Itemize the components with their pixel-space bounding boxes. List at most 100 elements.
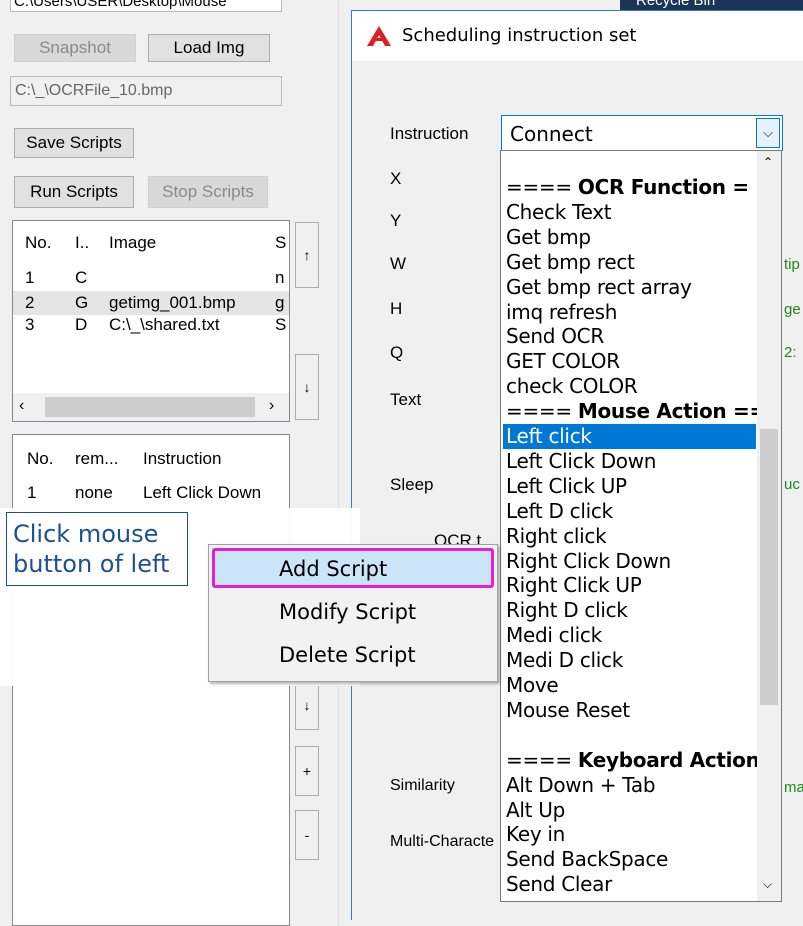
similarity-label: Similarity xyxy=(390,777,455,794)
menu-item-modify-script[interactable]: Modify Script xyxy=(279,600,416,624)
dialog-title: Scheduling instruction set xyxy=(402,25,637,46)
x-label: X xyxy=(390,169,402,188)
cell: D xyxy=(75,315,88,334)
cell: S xyxy=(275,315,287,334)
recycle-bin-label[interactable]: Recycle Bin xyxy=(636,0,715,9)
dropdown-option[interactable]: Right Click UP xyxy=(506,573,642,598)
dropdown-option[interactable]: Right D click xyxy=(506,598,628,623)
instruction-combobox-value: Connect xyxy=(510,122,593,146)
sleep-label: Sleep xyxy=(390,475,434,494)
instruction-combobox[interactable]: Connect ⌵ xyxy=(501,115,783,151)
tooltip-line: button of left xyxy=(13,550,170,578)
scrollbar-thumb[interactable] xyxy=(45,397,255,417)
header-instruction[interactable]: Instruction xyxy=(143,449,221,469)
dropdown-option[interactable]: Left Click UP xyxy=(506,474,627,499)
app-logo-icon xyxy=(366,25,392,52)
cell: n xyxy=(275,268,285,287)
cell: C xyxy=(75,268,88,287)
minus-button[interactable]: - xyxy=(295,810,319,860)
plus-button[interactable]: + xyxy=(295,746,319,796)
horizontal-scrollbar[interactable]: ‹ › xyxy=(13,393,289,421)
q-label: Q xyxy=(390,343,404,362)
chevron-down-icon[interactable]: ⌵ xyxy=(756,118,780,148)
scroll-up-icon[interactable]: ⌃ xyxy=(763,155,773,169)
dropdown-option[interactable]: Move xyxy=(506,673,559,698)
dropdown-option[interactable]: Alt Up xyxy=(506,798,565,823)
dropdown-option[interactable]: GET COLOR xyxy=(506,349,620,374)
table-row[interactable]: 3 D C:\_\shared.txt S xyxy=(13,313,289,337)
dropdown-group-header: ==== OCR Function = xyxy=(506,175,749,199)
header-no[interactable]: No. xyxy=(25,233,51,253)
right-clip-text: tip xyxy=(784,256,800,273)
table-row[interactable]: 1 C n xyxy=(13,266,289,290)
instruction-dropdown-list[interactable]: ==== OCR Function = Check Text Get bmp Get … xyxy=(500,150,782,902)
header-no[interactable]: No. xyxy=(27,449,53,469)
path-field[interactable]: C:\Users\USER\Desktop\Mouse xyxy=(10,0,282,12)
header-remark[interactable]: rem... xyxy=(75,449,118,469)
dropdown-option[interactable]: Send OCR xyxy=(506,324,604,349)
dropdown-option[interactable]: Left click xyxy=(503,424,756,449)
menu-item-add-script[interactable]: Add Script xyxy=(212,548,494,588)
header-image[interactable]: Image xyxy=(109,233,156,253)
move-down-button[interactable]: ↓ xyxy=(295,354,319,420)
w-label: W xyxy=(390,254,407,273)
dropdown-option[interactable]: Left D click xyxy=(506,499,613,524)
table-row[interactable]: 2 G getimg_001.bmp g xyxy=(13,291,289,315)
dropdown-option[interactable]: imq refresh xyxy=(506,300,617,325)
dropdown-option[interactable]: Right click xyxy=(506,524,607,549)
scrollbar-thumb[interactable] xyxy=(760,429,778,705)
file-field[interactable]: C:\_\OCRFile_10.bmp xyxy=(10,76,282,106)
script-list-header: No. I.. Image S xyxy=(13,231,289,255)
dropdown-group-header: ==== Keyboard Action xyxy=(506,747,760,772)
move-up-button[interactable]: ↑ xyxy=(295,222,319,288)
dropdown-scrollbar[interactable]: ⌃ ⌵ xyxy=(757,151,781,901)
dropdown-option[interactable]: check COLOR xyxy=(506,374,638,399)
dropdown-option[interactable]: Key in xyxy=(506,822,565,847)
dropdown-option[interactable]: Get bmp rect array xyxy=(506,275,692,300)
dropdown-option[interactable]: Medi D click xyxy=(506,648,623,673)
stop-scripts-button[interactable]: Stop Scripts xyxy=(148,176,268,208)
text-label: Text xyxy=(390,390,422,409)
dropdown-option[interactable]: Check Text xyxy=(506,200,612,225)
table-row[interactable]: 1 none Left Click Down xyxy=(13,481,289,505)
dropdown-option[interactable]: Send BackSpace xyxy=(506,847,668,872)
dialog-titlebar[interactable]: Scheduling instruction set xyxy=(352,11,803,61)
context-menu: Add Script Modify Script Delete Script xyxy=(208,544,498,682)
header-s[interactable]: S xyxy=(275,233,286,253)
run-scripts-button[interactable]: Run Scripts xyxy=(14,176,134,208)
cell: g xyxy=(275,293,285,312)
load-img-button[interactable]: Load Img xyxy=(148,34,270,62)
dropdown-option[interactable]: Mouse Reset xyxy=(506,698,630,723)
right-clip-text: ma xyxy=(784,779,803,796)
tooltip: Click mouse button of left xyxy=(6,512,188,586)
cell: 2 xyxy=(25,293,35,312)
dropdown-option[interactable]: Left Click Down xyxy=(506,449,656,474)
dropdown-option[interactable]: Send Clear xyxy=(506,872,612,897)
down-button[interactable]: ↓ xyxy=(295,680,319,730)
cell: Left Click Down xyxy=(143,483,262,502)
dropdown-option[interactable]: Alt Down + Tab xyxy=(506,773,656,798)
right-clip-text: ge xyxy=(784,301,801,318)
instruction-label: Instruction xyxy=(390,124,469,143)
snapshot-button[interactable]: Snapshot xyxy=(14,34,136,62)
dropdown-option[interactable]: Medi click xyxy=(506,623,602,648)
save-scripts-button[interactable]: Save Scripts xyxy=(14,128,134,158)
scroll-down-icon[interactable]: ⌵ xyxy=(763,877,772,892)
cell: G xyxy=(75,293,89,312)
cell: none xyxy=(75,483,113,502)
tooltip-line: Click mouse xyxy=(13,520,159,548)
instruction-list-header: No. rem... Instruction xyxy=(13,447,289,471)
script-list[interactable]: No. I.. Image S 1 C n 2 G getimg_001.bmp… xyxy=(12,220,290,422)
menu-item-delete-script[interactable]: Delete Script xyxy=(279,643,416,667)
background-panel xyxy=(338,0,350,926)
h-label: H xyxy=(390,299,403,318)
dropdown-option[interactable]: Get bmp rect xyxy=(506,250,635,275)
cell: 1 xyxy=(27,483,37,502)
header-i[interactable]: I.. xyxy=(75,233,89,253)
dropdown-option[interactable]: Right Click Down xyxy=(506,549,671,574)
scroll-left-icon[interactable]: ‹ xyxy=(19,397,24,415)
dropdown-option[interactable]: Get bmp xyxy=(506,225,591,250)
scroll-right-icon[interactable]: › xyxy=(269,397,274,415)
cell: 1 xyxy=(25,268,35,287)
cell: C:\_\shared.txt xyxy=(109,315,220,334)
